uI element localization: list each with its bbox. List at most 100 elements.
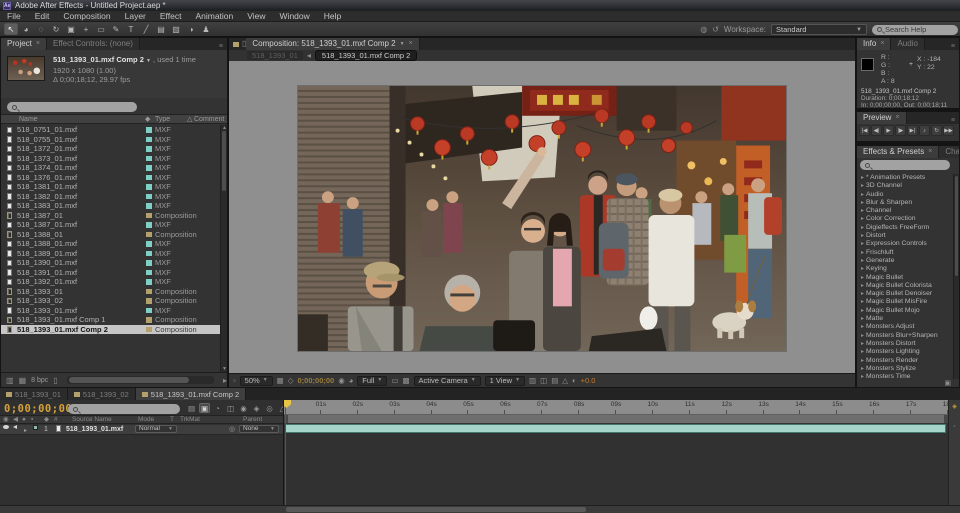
cs-live-icon[interactable]: ◍	[700, 25, 707, 34]
panel-menu-icon[interactable]: ≡	[951, 43, 959, 50]
tool-button[interactable]: ↻	[49, 23, 63, 35]
effect-category-row[interactable]: ▸Channel	[857, 207, 953, 215]
project-item-row[interactable]: 518_1393_01 Composition	[1, 287, 220, 297]
tab-composition[interactable]: Composition: 518_1393_01.mxf Comp 2 ▼ ×	[246, 38, 419, 50]
tab-effect-controls[interactable]: Effect Controls: (none)	[47, 38, 140, 50]
workspace-dropdown[interactable]: Standard ▼	[771, 24, 867, 35]
layer-duration-bar[interactable]	[285, 424, 946, 433]
project-item-row[interactable]: 518_1393_01.mxf Comp 1 Composition	[1, 315, 220, 325]
project-item-row[interactable]: 518_1372_01.mxf MXF	[1, 144, 220, 154]
effect-category-row[interactable]: ▸Magic Bullet Mojo	[857, 307, 953, 315]
project-item-row[interactable]: 518_1391_01.mxf MXF	[1, 268, 220, 278]
comp-button-icon[interactable]: ▫	[949, 424, 960, 430]
project-item-row[interactable]: 518_1392_01.mxf MXF	[1, 277, 220, 287]
effect-category-row[interactable]: ▸Distort	[857, 232, 953, 240]
timeline-option-button[interactable]: ◉	[238, 403, 249, 413]
trash-icon[interactable]: ▯	[53, 376, 57, 385]
tool-button[interactable]: ◑	[184, 23, 198, 35]
timeline-column-header[interactable]: ◉ ◀ ● ▪ ◆ # Source Name Mode T TrkMat Pa…	[0, 415, 283, 424]
project-hscrollbar[interactable]	[67, 376, 214, 384]
nav-previous-comp[interactable]: 518_1393_01	[247, 51, 303, 60]
timeline-option-button[interactable]: ◫	[225, 403, 236, 413]
flowchart-button-icon[interactable]: △	[562, 376, 568, 385]
effect-category-row[interactable]: ▸Digieffects FreeForm	[857, 224, 953, 232]
project-item-row[interactable]: 518_1382_01.mxf MXF	[1, 192, 220, 202]
menu-item[interactable]: Effect	[153, 11, 189, 21]
close-icon[interactable]: ×	[928, 146, 932, 158]
timeline-tab[interactable]: 518_1393_01	[0, 388, 68, 400]
close-icon[interactable]: ×	[895, 112, 899, 124]
effect-category-row[interactable]: ▸Expression Controls	[857, 240, 953, 248]
effects-search-input[interactable]	[860, 160, 950, 170]
tab-preview[interactable]: Preview ×	[857, 112, 907, 124]
effect-category-row[interactable]: ▸Monsters Distort	[857, 340, 953, 348]
effects-scrollbar[interactable]	[953, 174, 959, 379]
effect-category-row[interactable]: ▸Monsters Time	[857, 373, 953, 379]
timeline-button-icon[interactable]: ▤	[551, 376, 558, 385]
transport-button[interactable]: ▶|	[907, 125, 918, 136]
transport-button[interactable]: ◀|	[871, 125, 882, 136]
effect-category-row[interactable]: ▸Magic Bullet Denoiser	[857, 290, 953, 298]
grid-guides-icon[interactable]: ▦	[277, 376, 284, 385]
bit-depth-button[interactable]: 8 bpc	[31, 377, 48, 384]
menu-item[interactable]: Composition	[56, 11, 117, 21]
transport-button[interactable]: ♪	[919, 125, 930, 136]
tab-info[interactable]: Info ×	[857, 38, 891, 50]
effect-category-row[interactable]: ▸Color Correction	[857, 215, 953, 223]
menu-item[interactable]: Edit	[28, 11, 57, 21]
composition-viewer[interactable]	[229, 61, 855, 373]
close-icon[interactable]: ×	[409, 38, 413, 50]
effect-category-row[interactable]: ▸Monsters Adjust	[857, 323, 953, 331]
new-animation-preset-icon[interactable]: ▣	[944, 379, 951, 387]
new-folder-icon[interactable]: ▦	[19, 376, 27, 385]
effect-category-row[interactable]: ▸Blur & Sharpen	[857, 199, 953, 207]
tool-button[interactable]: ◌	[34, 23, 48, 35]
tool-button[interactable]: ╱	[139, 23, 153, 35]
tool-button[interactable]: ▭	[94, 23, 108, 35]
transport-button[interactable]: |▶	[895, 125, 906, 136]
resolution-dropdown[interactable]: Full ▼	[357, 376, 387, 386]
pickwhip-icon[interactable]: ◎	[229, 425, 235, 435]
project-scrollbar[interactable]: ▲ ▼	[220, 125, 227, 372]
effect-category-row[interactable]: ▸* Animation Presets	[857, 174, 953, 182]
panel-menu-icon[interactable]: ≡	[951, 117, 959, 124]
parent-dropdown[interactable]: None ▼	[239, 425, 279, 433]
transport-button[interactable]: ▶▶	[943, 125, 954, 136]
timeline-search-input[interactable]	[68, 404, 180, 414]
timeline-option-button[interactable]: ▤	[186, 403, 197, 413]
effect-category-row[interactable]: ▸Magic Bullet Colorista	[857, 282, 953, 290]
project-item-row[interactable]: 518_1376_01.mxf MXF	[1, 173, 220, 183]
interpret-footage-icon[interactable]: ▥	[6, 376, 14, 385]
project-item-row[interactable]: 518_1393_01.mxf Comp 2 Composition	[1, 325, 220, 335]
tool-button[interactable]: ▣	[64, 23, 78, 35]
tool-button[interactable]: ▨	[169, 23, 183, 35]
effect-category-row[interactable]: ▸Monsters Blur+Sharpen	[857, 332, 953, 340]
effect-category-row[interactable]: ▸Generate	[857, 257, 953, 265]
effect-category-row[interactable]: ▸3D Channel	[857, 182, 953, 190]
menu-item[interactable]: View	[240, 11, 272, 21]
menu-item[interactable]: Window	[273, 11, 317, 21]
effect-category-row[interactable]: ▸Monsters Stylize	[857, 365, 953, 373]
transport-button[interactable]: ▶	[883, 125, 894, 136]
reset-exposure-icon[interactable]: ◐	[572, 376, 577, 385]
view-layout-dropdown[interactable]: 1 View ▼	[485, 376, 525, 386]
transport-button[interactable]: |◀	[859, 125, 870, 136]
viewer-timecode[interactable]: 0;00;00;00	[298, 376, 335, 385]
tool-button[interactable]: ♟	[199, 23, 213, 35]
tab-audio[interactable]: Audio	[891, 38, 924, 50]
blend-mode-dropdown[interactable]: Normal ▼	[135, 425, 177, 433]
magnification-dropdown[interactable]: 50% ▼	[240, 376, 273, 386]
project-column-header[interactable]: Name ◆ Type △ Comment	[1, 114, 227, 124]
layer-source-name[interactable]: 518_1393_01.mxf	[66, 425, 123, 435]
project-item-row[interactable]: 518_0751_01.mxf MXF	[1, 125, 220, 135]
project-item-row[interactable]: 518_1393_01.mxf MXF	[1, 306, 220, 316]
timeline-tab[interactable]: 518_1393_01.mxf Comp 2	[136, 388, 246, 400]
timeline-option-button[interactable]: ◎	[264, 403, 275, 413]
timeline-option-button[interactable]: ◔	[212, 403, 223, 413]
tool-button[interactable]: +	[79, 23, 93, 35]
tab-project[interactable]: Project ×	[1, 38, 47, 50]
tool-button[interactable]: ✎	[109, 23, 123, 35]
menu-item[interactable]: Help	[317, 11, 348, 21]
timeline-tab[interactable]: 518_1393_02	[68, 388, 136, 400]
speaker-icon[interactable]	[13, 425, 17, 429]
